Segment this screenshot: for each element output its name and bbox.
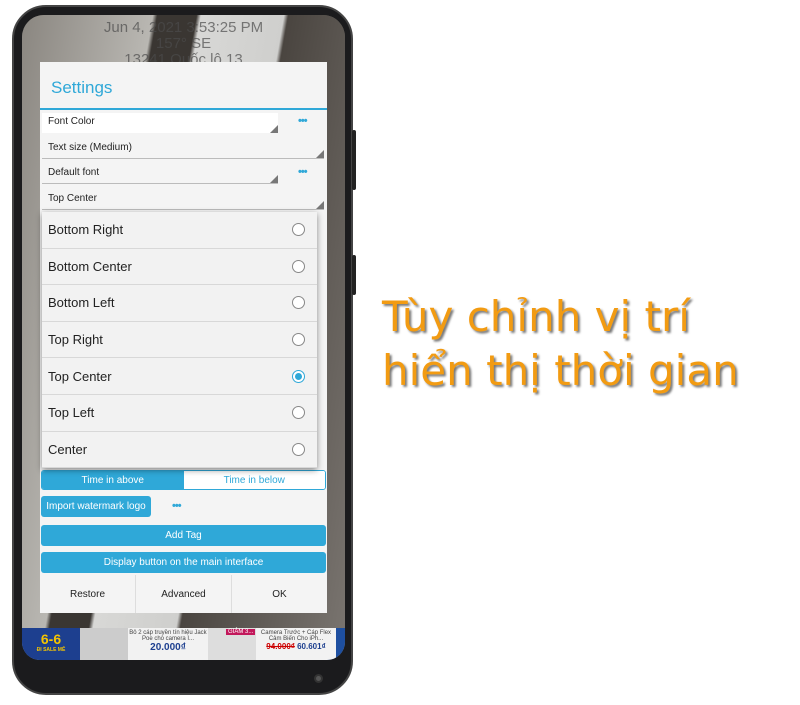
ad-image-2: GIẢM 3... bbox=[208, 628, 256, 660]
import-watermark-logo-button[interactable]: Import watermark logo bbox=[41, 496, 151, 517]
font-color-select[interactable]: Font Color bbox=[42, 113, 278, 133]
dropdown-arrow-icon bbox=[316, 201, 324, 209]
text-size-select[interactable]: Text size (Medium) bbox=[42, 139, 324, 159]
caption-line-1: Tùy chỉnh vị trí bbox=[382, 292, 690, 341]
font-color-more-button[interactable]: ••• bbox=[298, 115, 308, 127]
font-select[interactable]: Default font bbox=[42, 164, 278, 184]
add-tag-button[interactable]: Add Tag bbox=[41, 525, 326, 546]
ad-banner[interactable]: 6-6 ĐI SALE MÊ Bô 2 cáp truyền tín hiệu J… bbox=[22, 628, 345, 660]
position-option[interactable]: Top Center bbox=[42, 358, 317, 395]
time-above-tab[interactable]: Time in above bbox=[42, 471, 184, 489]
front-camera bbox=[314, 674, 323, 683]
ad-item1-price: 20.000₫ bbox=[150, 642, 186, 653]
position-option[interactable]: Bottom Left bbox=[42, 285, 317, 322]
text-size-label: Text size (Medium) bbox=[48, 142, 132, 153]
option-label: Bottom Left bbox=[48, 295, 115, 311]
volume-button bbox=[352, 130, 356, 190]
option-label: Bottom Center bbox=[48, 258, 132, 274]
ad-item2-title: Camera Trước + Cáp Flex Cảm Biến Cho iPh… bbox=[260, 630, 332, 642]
ok-button[interactable]: OK bbox=[232, 575, 327, 613]
radio-unchecked-icon[interactable] bbox=[292, 406, 305, 420]
font-label: Default font bbox=[48, 167, 100, 178]
font-more-button[interactable]: ••• bbox=[298, 166, 308, 178]
position-option[interactable]: Top Left bbox=[42, 395, 317, 432]
dropdown-arrow-icon bbox=[270, 175, 278, 183]
option-label: Top Left bbox=[48, 405, 95, 421]
radio-checked-icon[interactable] bbox=[292, 369, 305, 383]
ad-promo: 6-6 ĐI SALE MÊ bbox=[22, 628, 80, 660]
radio-unchecked-icon[interactable] bbox=[292, 259, 305, 273]
radio-unchecked-icon[interactable] bbox=[292, 442, 305, 456]
phone-screen: Jun 4, 2021 3:53:25 PM 157° SE 13241 Quố… bbox=[22, 15, 345, 660]
ad-item-2[interactable]: Camera Trước + Cáp Flex Cảm Biến Cho iPh… bbox=[256, 628, 336, 660]
option-label: Top Center bbox=[48, 368, 112, 384]
dialog-footer: Restore Advanced OK bbox=[40, 575, 327, 613]
overlay-datetime: Jun 4, 2021 3:53:25 PM bbox=[103, 19, 264, 36]
time-below-tab[interactable]: Time in below bbox=[183, 471, 325, 489]
caption-line-2: hiển thị thời gian bbox=[382, 346, 739, 395]
ad-item1-title: Bô 2 cáp truyền tín hiệu Jack Poe cho ca… bbox=[129, 630, 207, 642]
radio-unchecked-icon[interactable] bbox=[292, 296, 305, 310]
advanced-button[interactable]: Advanced bbox=[136, 575, 232, 613]
power-button bbox=[352, 255, 356, 295]
overlay-heading: 157° SE bbox=[155, 35, 212, 52]
ad-promo-text: 6-6 bbox=[40, 631, 62, 647]
dropdown-arrow-icon bbox=[270, 125, 278, 133]
ad-item2-price: 60.601₫ bbox=[297, 642, 326, 651]
ad-item2-old-price: 94.000₫ bbox=[266, 642, 295, 651]
position-option[interactable]: Bottom Right bbox=[42, 212, 317, 249]
restore-button[interactable]: Restore bbox=[40, 575, 136, 613]
position-option[interactable]: Center bbox=[42, 432, 317, 469]
dropdown-arrow-icon bbox=[316, 150, 324, 158]
dialog-title: Settings bbox=[40, 62, 327, 110]
position-option[interactable]: Bottom Center bbox=[42, 249, 317, 286]
position-label: Top Center bbox=[48, 193, 97, 204]
ad-promo-sub: ĐI SALE MÊ bbox=[36, 647, 66, 653]
position-dropdown-list: Bottom Right Bottom Center Bottom Left Top … bbox=[42, 212, 317, 469]
display-button-main-interface[interactable]: Display button on the main interface bbox=[41, 552, 326, 573]
time-position-toggle: Time in above Time in below bbox=[41, 470, 326, 490]
caption: Tùy chỉnh vị trí hiển thị thời gian bbox=[382, 290, 739, 398]
position-option[interactable]: Top Right bbox=[42, 322, 317, 359]
position-select[interactable]: Top Center bbox=[42, 190, 324, 210]
ad-item-1[interactable]: Bô 2 cáp truyền tín hiệu Jack Poe cho ca… bbox=[128, 628, 208, 660]
radio-unchecked-icon[interactable] bbox=[292, 333, 305, 347]
option-label: Bottom Right bbox=[48, 222, 124, 238]
logo-more-button[interactable]: ••• bbox=[172, 500, 182, 512]
option-label: Center bbox=[48, 441, 88, 457]
option-label: Top Right bbox=[48, 332, 103, 348]
ad-badge: GIẢM 3... bbox=[226, 629, 256, 635]
ad-image-1 bbox=[80, 628, 128, 660]
radio-unchecked-icon[interactable] bbox=[292, 223, 305, 237]
font-color-label: Font Color bbox=[48, 116, 95, 127]
